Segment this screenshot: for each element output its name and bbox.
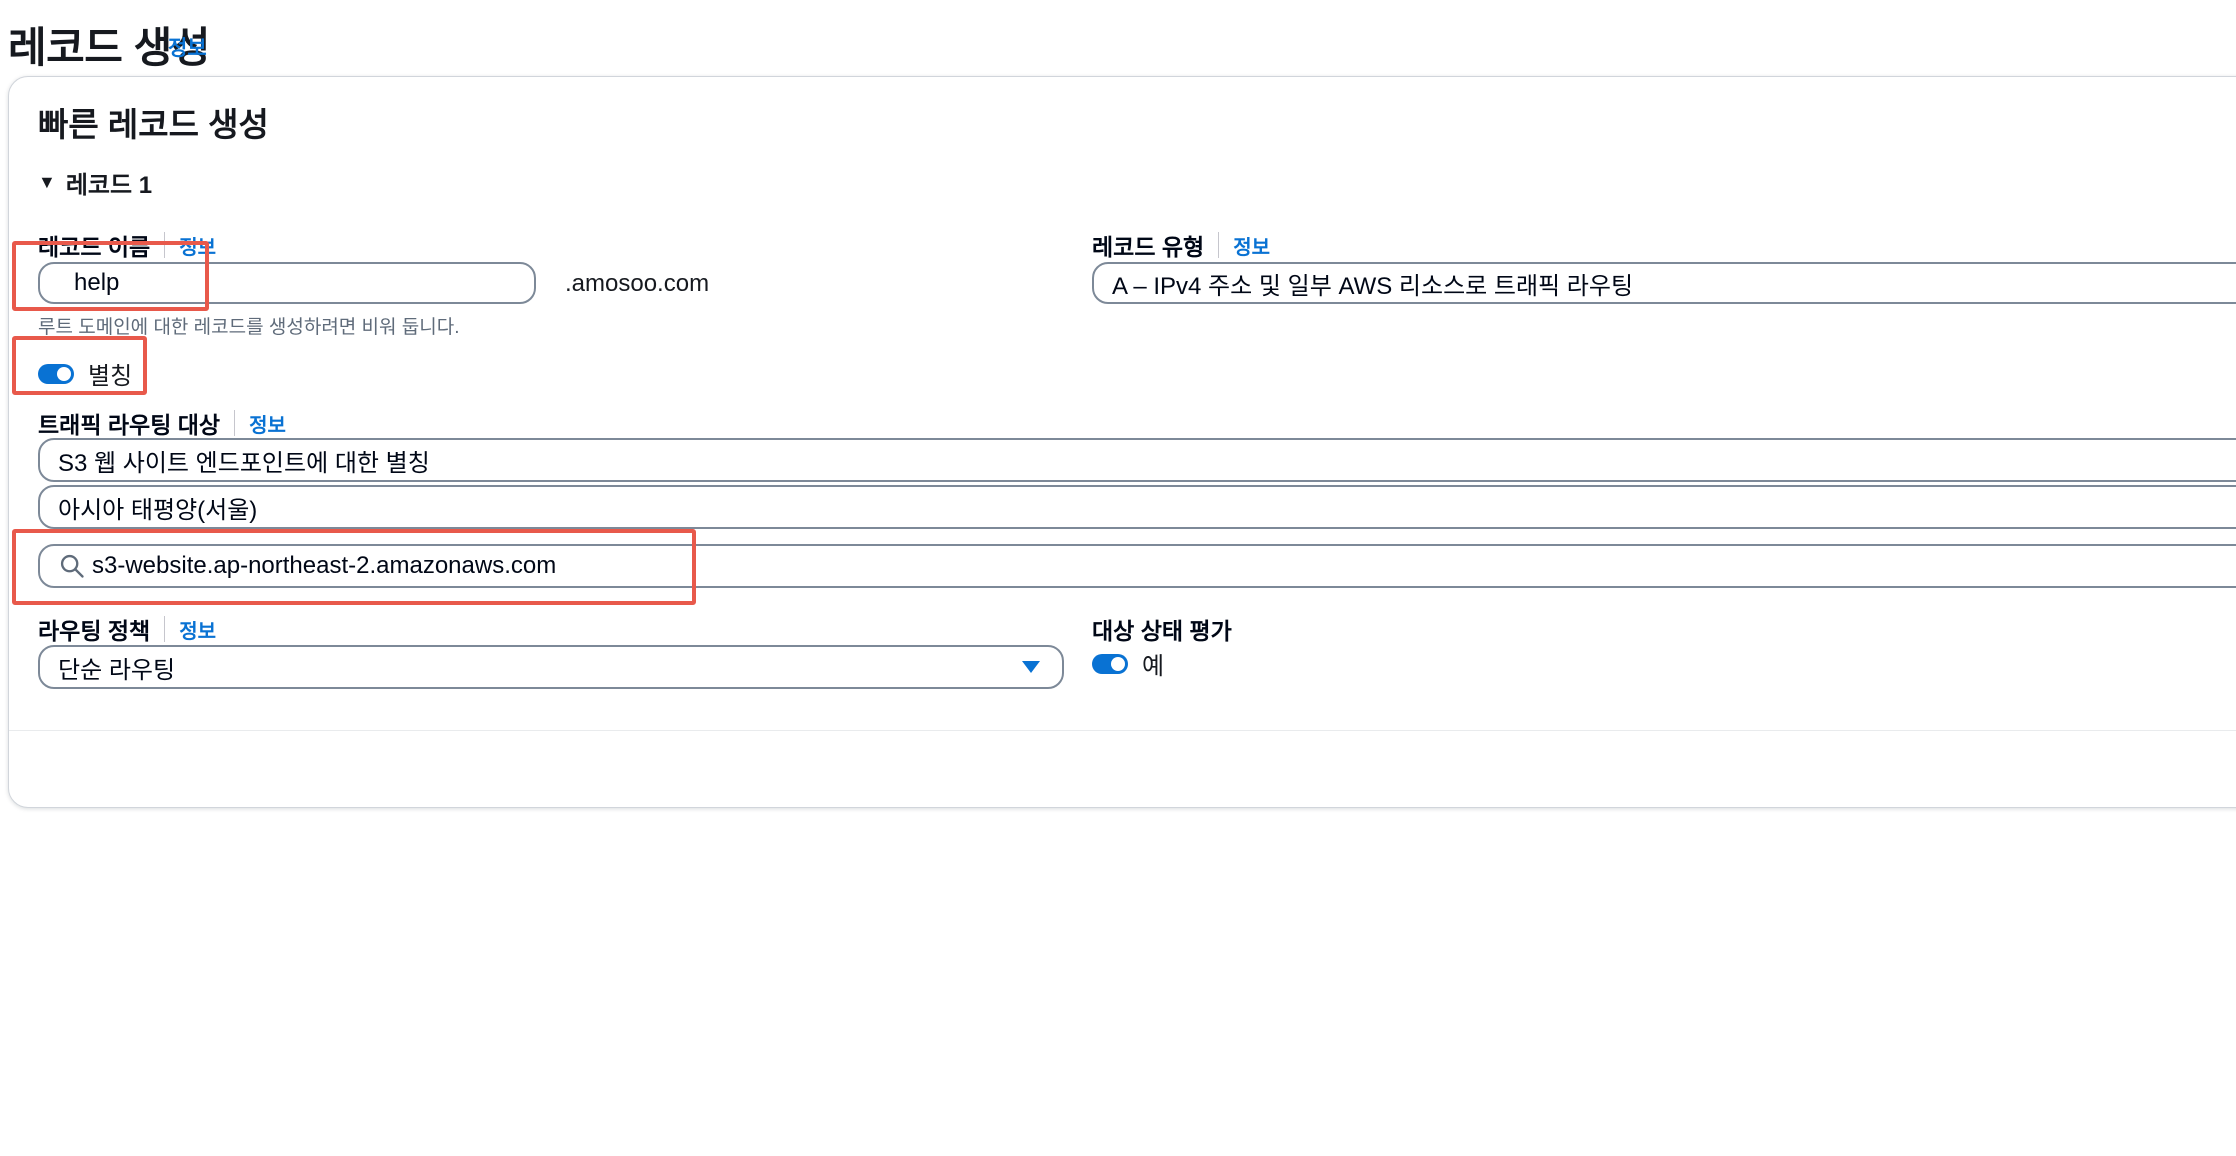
caret-down-icon: [1022, 661, 1040, 673]
highlight-box-record-name: [12, 241, 209, 311]
record-1-label: 레코드 1: [65, 172, 153, 199]
toggle-switch-icon: [1092, 653, 1128, 674]
record-type-value: A – IPv4 주소 및 일부 AWS 리소스로 트래픽 라우팅: [1112, 272, 1634, 300]
health-eval-toggle-label: 예: [1142, 653, 1165, 680]
routing-policy-value: 단순 라우팅: [58, 656, 176, 684]
record-type-info-link[interactable]: 정보: [1233, 231, 1270, 260]
label-separator: [1218, 232, 1220, 258]
panel-footer-divider: [9, 730, 2236, 731]
health-eval-label: 대상 상태 평가: [1092, 618, 1232, 644]
record-1-expander[interactable]: ▼ 레코드 1: [38, 165, 152, 200]
label-separator: [234, 410, 236, 436]
record-type-label-row: 레코드 유형 정보: [1092, 228, 1270, 262]
page-info-link[interactable]: 정보: [168, 32, 207, 62]
record-type-select[interactable]: A – IPv4 주소 및 일부 AWS 리소스로 트래픽 라우팅: [1092, 262, 2236, 304]
health-eval-toggle[interactable]: 예: [1092, 646, 1164, 681]
caret-down-icon: ▼: [38, 172, 56, 192]
routing-policy-label-row: 라우팅 정책 정보: [38, 612, 216, 646]
record-type-label: 레코드 유형: [1092, 234, 1205, 260]
endpoint-type-select[interactable]: S3 웹 사이트 엔드포인트에 대한 별칭: [38, 438, 2236, 482]
domain-suffix: .amosoo.com: [565, 270, 710, 297]
routing-policy-info-link[interactable]: 정보: [179, 615, 216, 644]
region-select[interactable]: 아시아 태평양(서울): [38, 485, 2236, 529]
routing-target-info-link[interactable]: 정보: [249, 409, 286, 438]
routing-policy-label: 라우팅 정책: [38, 618, 151, 644]
highlight-box-alias: [12, 336, 147, 395]
record-name-hint: 루트 도메인에 대한 레코드를 생성하려면 비워 둡니다.: [38, 317, 460, 338]
routing-target-label-row: 트래픽 라우팅 대상 정보: [38, 406, 286, 440]
region-value: 아시아 태평양(서울): [58, 496, 258, 524]
label-separator: [164, 616, 166, 642]
endpoint-type-value: S3 웹 사이트 엔드포인트에 대한 별칭: [58, 449, 430, 477]
routing-policy-select[interactable]: 단순 라우팅: [38, 645, 1064, 689]
highlight-box-endpoint: [12, 529, 696, 605]
section-title: 빠른 레코드 생성: [38, 106, 269, 143]
routing-target-label: 트래픽 라우팅 대상: [38, 412, 221, 438]
